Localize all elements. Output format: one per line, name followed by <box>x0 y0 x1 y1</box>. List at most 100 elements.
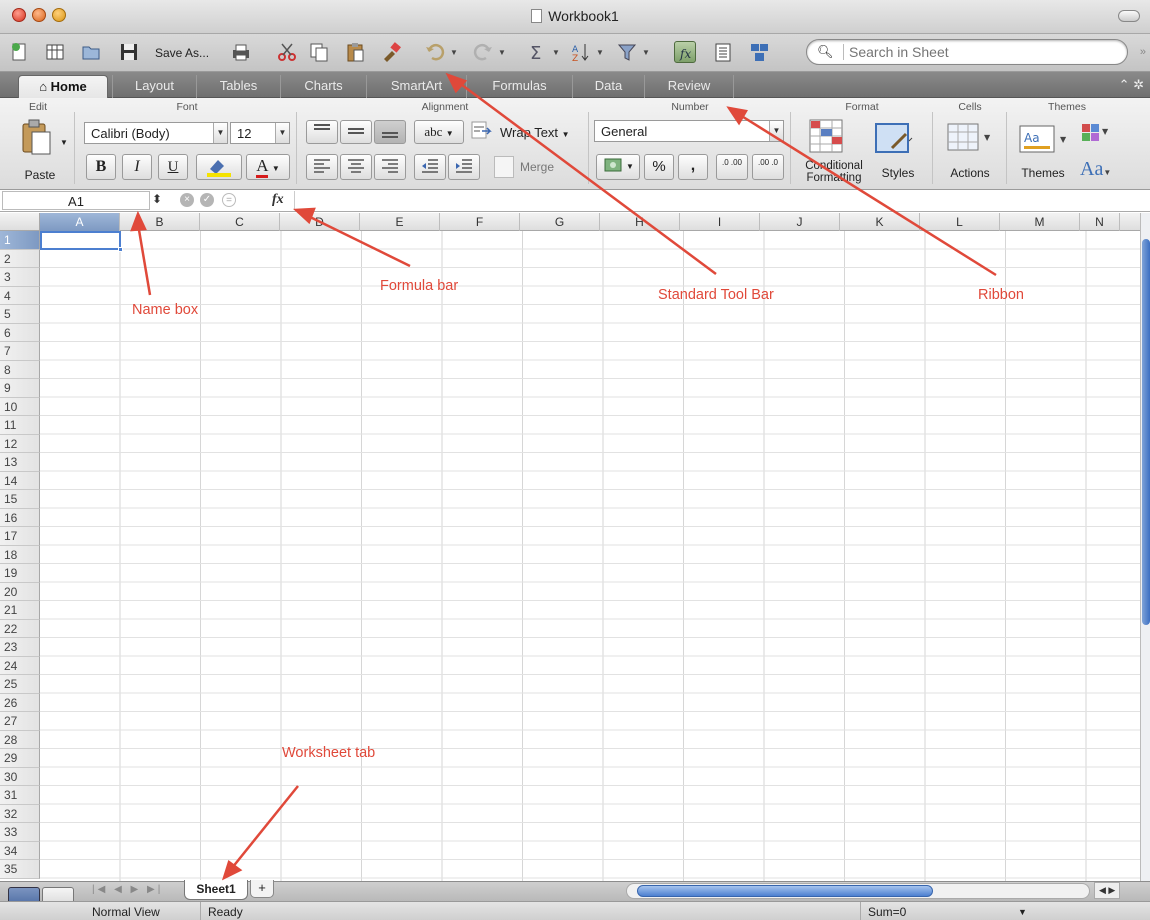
merge-icon[interactable] <box>494 156 514 178</box>
gallery-icon[interactable] <box>748 41 770 63</box>
autosum-dropdown-icon[interactable]: ▼ <box>552 48 560 57</box>
new-workbook-icon[interactable] <box>8 41 30 63</box>
select-all-corner[interactable] <box>0 213 40 231</box>
sort-dropdown-icon[interactable]: ▼ <box>596 48 604 57</box>
row-header[interactable]: 1 <box>0 231 40 250</box>
add-sheet-button[interactable]: + <box>250 880 274 898</box>
paste-icon[interactable] <box>344 41 366 63</box>
column-header[interactable]: F <box>440 213 520 231</box>
row-header[interactable]: 4 <box>0 286 40 305</box>
conditional-formatting-button[interactable]: Conditional Formatting <box>796 160 872 184</box>
filter-dropdown-icon[interactable]: ▼ <box>642 48 650 57</box>
equals-icon[interactable]: = <box>222 193 236 207</box>
active-cell[interactable] <box>40 231 123 252</box>
column-header[interactable]: N <box>1080 213 1120 231</box>
vertical-scrollbar[interactable] <box>1140 213 1150 881</box>
row-header[interactable]: 2 <box>0 249 40 268</box>
sum-dropdown-icon[interactable]: ▼ <box>1018 907 1027 917</box>
row-header[interactable]: 9 <box>0 379 40 398</box>
paste-clipboard-icon[interactable] <box>20 118 54 159</box>
underline-button[interactable]: U <box>158 154 188 180</box>
row-header[interactable]: 19 <box>0 564 40 583</box>
font-color-button[interactable]: A ▼ <box>246 154 290 180</box>
format-painter-icon[interactable] <box>380 41 402 63</box>
percent-button[interactable]: % <box>644 154 674 180</box>
theme-colors-icon[interactable]: ▼ <box>1080 122 1114 149</box>
tab-home[interactable]: ⌂ Home <box>18 75 108 98</box>
column-header[interactable]: I <box>680 213 760 231</box>
row-header[interactable]: 31 <box>0 786 40 805</box>
tab-review[interactable]: Review <box>644 75 734 98</box>
column-header[interactable]: L <box>920 213 1000 231</box>
cell-area[interactable] <box>40 231 1140 881</box>
comma-button[interactable]: , <box>678 154 708 180</box>
filter-icon[interactable] <box>616 41 638 63</box>
confirm-entry-icon[interactable]: ✓ <box>200 193 214 207</box>
row-header[interactable]: 17 <box>0 527 40 546</box>
print-icon[interactable] <box>230 41 252 63</box>
horizontal-scroll-arrows-icon[interactable]: ◀ ▶ <box>1094 882 1121 899</box>
row-header[interactable]: 32 <box>0 804 40 823</box>
sheet-tab-sheet1[interactable]: Sheet1 <box>184 880 248 900</box>
decrease-indent-button[interactable] <box>414 154 446 180</box>
cancel-entry-icon[interactable]: × <box>180 193 194 207</box>
fill-handle[interactable] <box>118 247 123 252</box>
undo-dropdown-icon[interactable]: ▼ <box>450 48 458 57</box>
row-header[interactable]: 26 <box>0 693 40 712</box>
toolbar-overflow-icon[interactable]: » <box>1140 46 1146 58</box>
cut-icon[interactable] <box>276 41 298 63</box>
styles-icon[interactable] <box>874 120 916 159</box>
row-header[interactable]: 7 <box>0 342 40 361</box>
decrease-decimal-button[interactable]: .00 .0 <box>752 154 784 180</box>
formula-input[interactable] <box>294 191 1140 210</box>
save-icon[interactable] <box>118 41 140 63</box>
row-header[interactable]: 25 <box>0 675 40 694</box>
row-header[interactable]: 10 <box>0 397 40 416</box>
search-input[interactable] <box>849 43 1119 61</box>
increase-indent-button[interactable] <box>448 154 480 180</box>
tab-charts[interactable]: Charts <box>280 75 366 98</box>
themes-button[interactable]: Themes <box>1012 166 1074 180</box>
column-header[interactable]: G <box>520 213 600 231</box>
column-header[interactable]: A <box>40 213 120 231</box>
horizontal-scrollbar[interactable] <box>626 883 1090 899</box>
paste-dropdown-icon[interactable]: ▼ <box>60 138 68 147</box>
search-box[interactable]: 🔍︎ <box>806 39 1128 65</box>
row-header[interactable]: 12 <box>0 434 40 453</box>
merge-button[interactable]: Merge <box>520 160 570 174</box>
insert-function-icon[interactable]: fx <box>272 192 284 208</box>
tab-formulas[interactable]: Formulas <box>466 75 572 98</box>
italic-button[interactable]: I <box>122 154 152 180</box>
column-header[interactable]: C <box>200 213 280 231</box>
horizontal-scroll-thumb[interactable] <box>637 885 933 897</box>
paste-label[interactable]: Paste <box>16 168 64 182</box>
row-header[interactable]: 35 <box>0 860 40 879</box>
row-header[interactable]: 23 <box>0 638 40 657</box>
vertical-scroll-thumb[interactable] <box>1142 239 1150 625</box>
align-middle-button[interactable] <box>340 120 372 144</box>
wrap-text-icon[interactable] <box>470 120 496 144</box>
column-header[interactable]: M <box>1000 213 1080 231</box>
number-format-currency-button[interactable]: ▼ <box>596 154 640 180</box>
align-top-button[interactable] <box>306 120 338 144</box>
tab-data[interactable]: Data <box>572 75 644 98</box>
row-header[interactable]: 29 <box>0 749 40 768</box>
redo-dropdown-icon[interactable]: ▼ <box>498 48 506 57</box>
toolbar-toggle-button[interactable] <box>1118 10 1140 22</box>
tab-layout[interactable]: Layout <box>112 75 196 98</box>
actions-button[interactable]: Actions <box>940 166 1000 180</box>
sort-icon[interactable]: AZ <box>570 41 592 64</box>
row-header[interactable]: 28 <box>0 730 40 749</box>
row-header[interactable]: 18 <box>0 545 40 564</box>
row-header[interactable]: 24 <box>0 656 40 675</box>
align-center-button[interactable] <box>340 154 372 180</box>
open-icon[interactable] <box>80 41 102 63</box>
font-size-select[interactable]: 12 ▼ <box>230 122 290 144</box>
column-header[interactable]: J <box>760 213 840 231</box>
row-header[interactable]: 5 <box>0 305 40 324</box>
column-header[interactable]: D <box>280 213 360 231</box>
cell-actions-icon[interactable]: ▼ <box>944 120 996 159</box>
sheet-navigation-arrows-icon[interactable]: |◀ ◀ ▶ ▶| <box>92 884 163 895</box>
templates-icon[interactable] <box>44 41 66 63</box>
row-header[interactable]: 15 <box>0 490 40 509</box>
